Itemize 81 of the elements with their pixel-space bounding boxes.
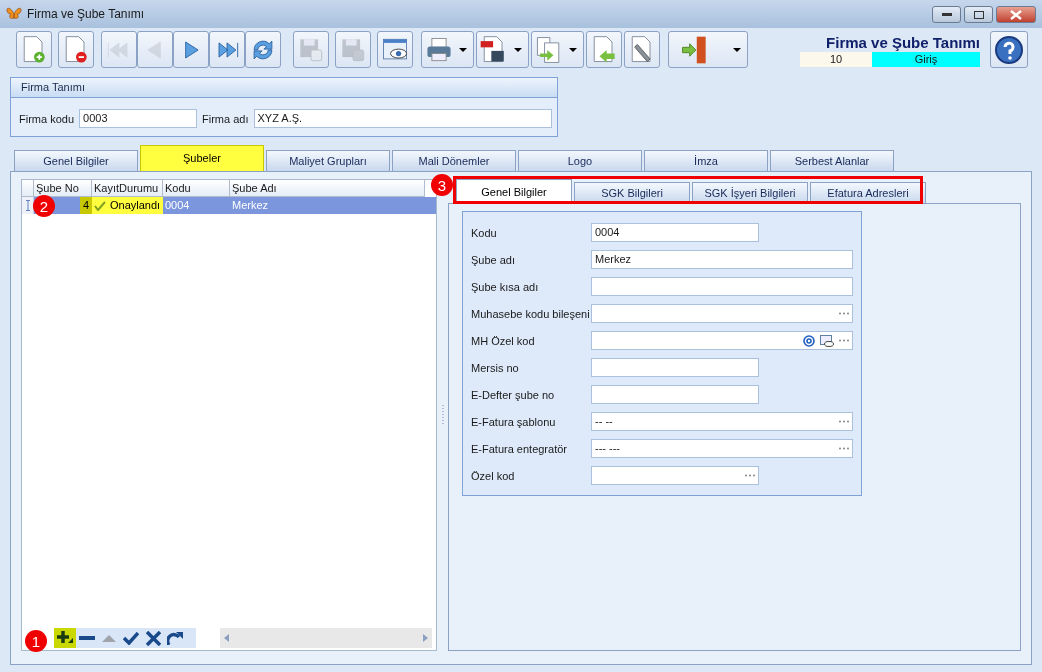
toolbar-button[interactable] — [58, 31, 94, 68]
field-label: Firma adı — [202, 112, 249, 125]
cancel-icon — [145, 630, 161, 646]
column-header[interactable]: Kodu — [163, 180, 230, 197]
input-field[interactable] — [591, 331, 853, 350]
toolbar-button[interactable] — [377, 31, 413, 68]
mode-label: Giriş — [872, 52, 980, 67]
help-icon — [994, 34, 1024, 65]
butterfly-icon — [6, 7, 22, 21]
input-field[interactable]: -- -- — [591, 412, 853, 431]
ellipsis-icon[interactable] — [839, 447, 849, 450]
redo-icon — [167, 631, 183, 645]
up-icon — [102, 634, 116, 642]
input-field[interactable]: 0003 — [79, 109, 198, 128]
input-field[interactable] — [591, 385, 759, 404]
help-button[interactable] — [990, 31, 1028, 68]
tab[interactable]: SGK İşyeri Bilgileri — [692, 182, 808, 203]
record-number: 10 — [800, 52, 872, 67]
input-field[interactable] — [591, 277, 853, 296]
field-label: Kodu — [471, 226, 498, 239]
restore-icon — [973, 10, 984, 19]
input-field[interactable] — [591, 466, 759, 485]
input-field[interactable]: --- --- — [591, 439, 853, 458]
toolbar-button[interactable] — [245, 31, 281, 68]
field-label: Mersis no — [471, 361, 520, 374]
column-header[interactable]: Şube Adı — [230, 180, 425, 197]
table-cell: Onaylandı — [92, 197, 163, 214]
field-label: Muhasebe kodu bileşeni — [471, 307, 591, 320]
input-field[interactable] — [591, 304, 853, 323]
tab[interactable]: Maliyet Grupları — [266, 150, 390, 171]
tab[interactable]: SGK Bilgileri — [574, 182, 690, 203]
table-cell-text: Merkez — [231, 198, 270, 213]
close-button[interactable] — [996, 6, 1036, 23]
ellipsis-icon[interactable] — [839, 420, 849, 423]
ellipsis-icon[interactable] — [839, 312, 849, 315]
minus-icon — [79, 636, 95, 640]
tab[interactable]: Şubeler — [140, 145, 264, 171]
horizontal-scrollbar[interactable] — [220, 628, 432, 648]
ellipsis-icon[interactable] — [745, 474, 755, 477]
tab[interactable]: İmza — [644, 150, 768, 171]
tab[interactable]: Serbest Alanlar — [770, 150, 894, 171]
tab[interactable]: Logo — [518, 150, 642, 171]
row-indicator-icon — [22, 197, 34, 214]
minimize-button[interactable] — [932, 6, 961, 23]
input-field[interactable]: 0004 — [591, 223, 759, 242]
minimize-icon — [941, 13, 952, 16]
close-icon — [1010, 9, 1022, 20]
scroll-right-icon[interactable] — [423, 634, 428, 642]
column-header[interactable]: KayıtDurumu — [92, 180, 163, 197]
table-cell-text: 0004 — [164, 198, 191, 213]
scroll-left-icon[interactable] — [224, 634, 229, 642]
tab[interactable]: Genel Bilgiler — [456, 179, 572, 203]
tab[interactable]: Genel Bilgiler — [14, 150, 138, 171]
form-title: Firma ve Şube Tanımı — [826, 34, 980, 51]
input-field[interactable] — [591, 358, 759, 377]
field-label: Şube kısa adı — [471, 280, 540, 293]
window-title: Firma ve Şube Tanımı — [27, 7, 146, 21]
field-label: Şube adı — [471, 253, 517, 266]
field-label: Özel kod — [471, 469, 516, 482]
navigator-button[interactable] — [54, 628, 76, 648]
maximize-button[interactable] — [964, 6, 993, 23]
checkmark-icon — [123, 631, 139, 645]
toolbar-button[interactable] — [668, 31, 748, 68]
group-title: Firma Tanımı — [11, 78, 557, 98]
field-label: MH Özel kod — [471, 334, 536, 347]
input-field[interactable]: Merkez — [591, 250, 853, 269]
field-label: Firma kodu — [19, 112, 75, 125]
preview-window-icon[interactable] — [820, 334, 834, 347]
input-field[interactable]: XYZ A.Ş. — [253, 109, 552, 128]
at-sign-icon[interactable] — [803, 334, 815, 347]
ellipsis-icon[interactable] — [839, 339, 849, 342]
toolbar-button[interactable] — [476, 31, 529, 68]
tab[interactable]: Mali Dönemler — [392, 150, 516, 171]
field-label: E-Defter şube no — [471, 388, 556, 401]
column-header[interactable]: Şube No — [34, 180, 92, 197]
splitter-handle-icon[interactable] — [441, 405, 444, 425]
add-icon — [57, 630, 73, 646]
toolbar-button[interactable] — [421, 31, 474, 68]
table-cell: 4 — [80, 197, 92, 214]
field-label: E-Fatura şablonu — [471, 415, 557, 428]
field-label: E-Fatura entegratör — [471, 442, 568, 455]
